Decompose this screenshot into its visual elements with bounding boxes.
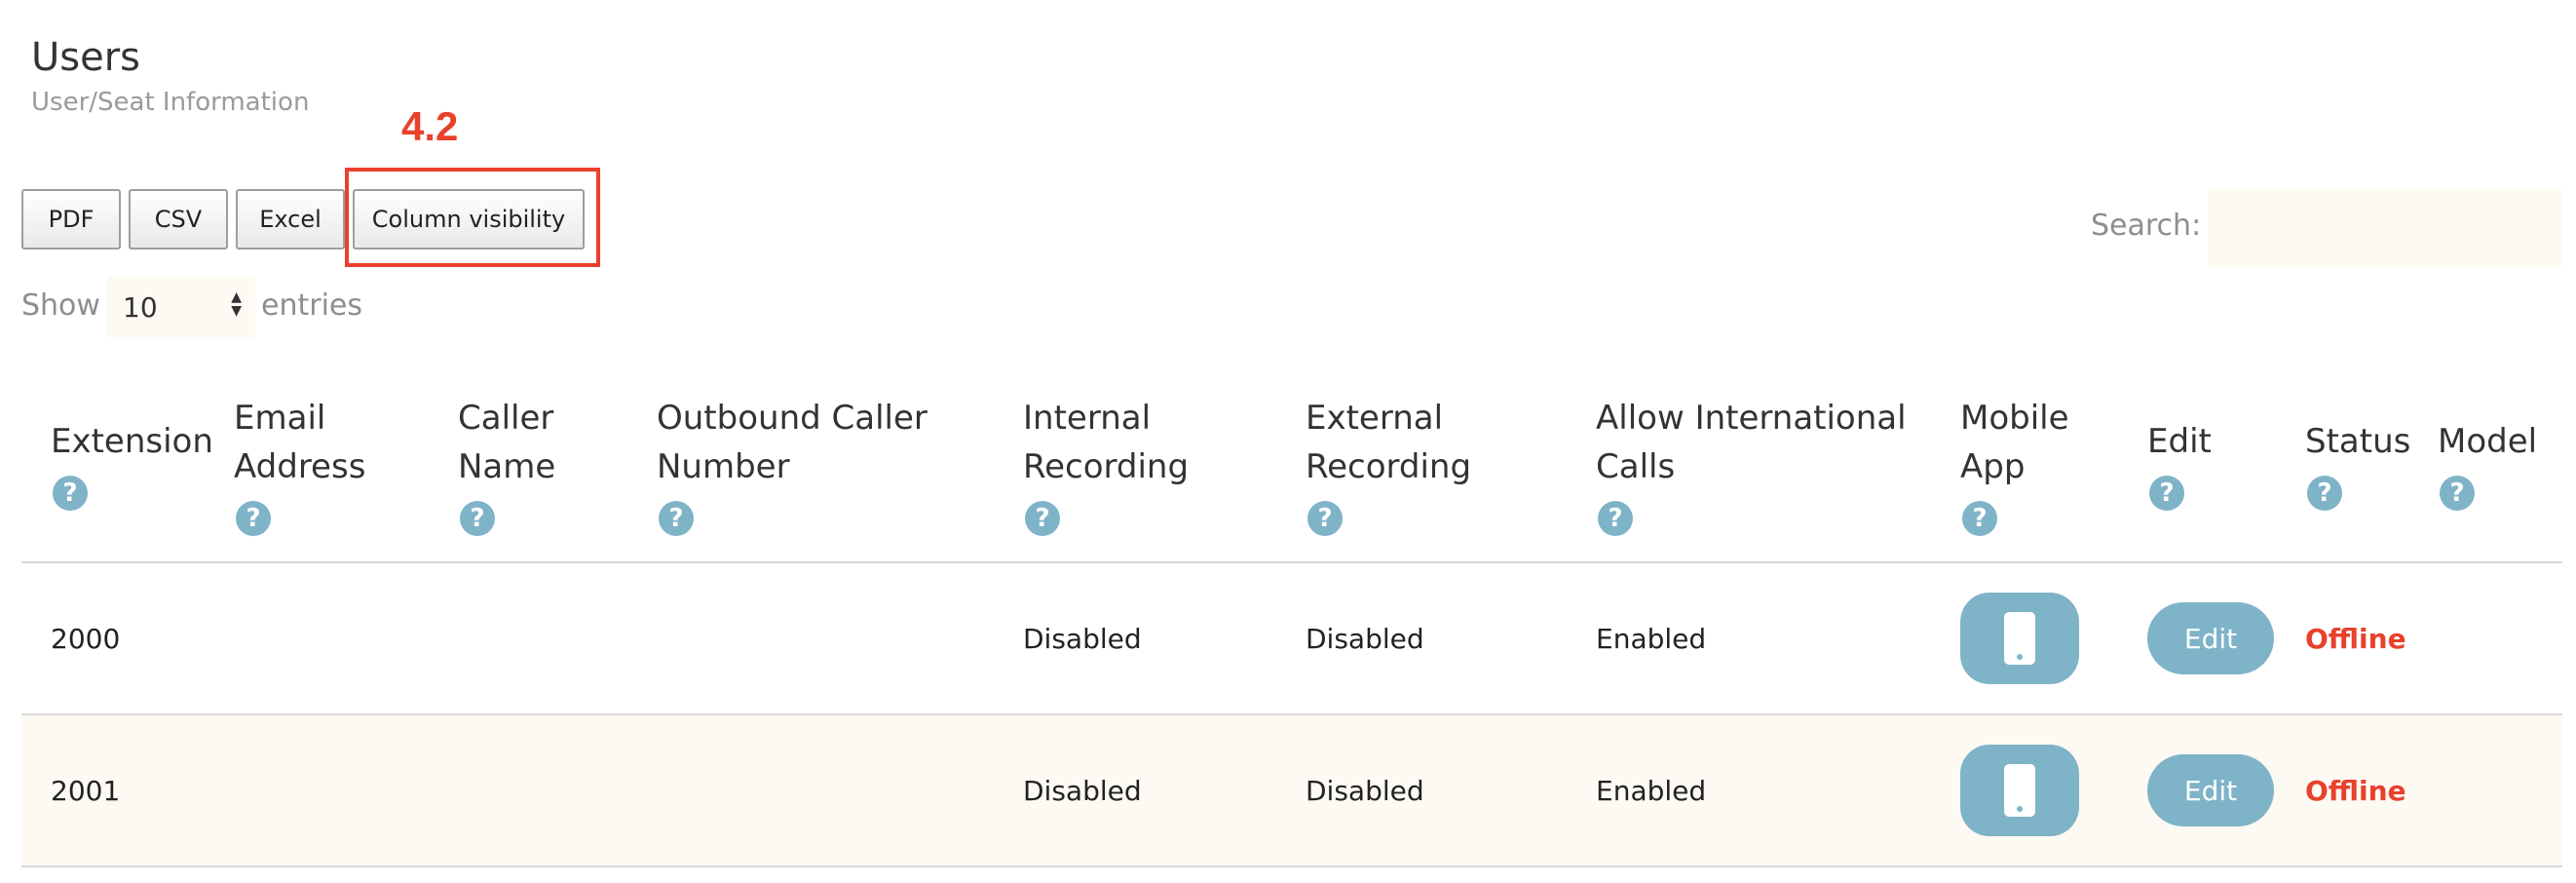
column-header-mobile-app[interactable]: Mobile App ? bbox=[1960, 394, 2069, 540]
help-icon[interactable]: ? bbox=[460, 501, 495, 536]
cell-international-calls: Enabled bbox=[1596, 622, 1707, 655]
annotation-label: 4.2 bbox=[401, 103, 459, 149]
cell-international-calls: Enabled bbox=[1596, 774, 1707, 807]
column-header-status[interactable]: Status ? bbox=[2305, 417, 2410, 515]
status-badge: Offline bbox=[2305, 774, 2406, 807]
column-header-internal-recording[interactable]: Internal Recording ? bbox=[1023, 394, 1189, 540]
help-icon[interactable]: ? bbox=[1307, 501, 1343, 536]
column-header-caller-name[interactable]: Caller Name ? bbox=[458, 394, 555, 540]
show-label: Show bbox=[21, 288, 100, 323]
mobile-app-button[interactable] bbox=[1960, 593, 2079, 684]
table-row: 2000 Disabled Disabled Enabled Edit Offl… bbox=[21, 563, 2562, 715]
cell-edit: Edit bbox=[2147, 715, 2274, 865]
column-header-external-recording[interactable]: External Recording ? bbox=[1306, 394, 1471, 540]
entries-label: entries bbox=[261, 288, 362, 323]
cell-extension: 2000 bbox=[51, 622, 121, 655]
table-header: Extension ? Email Address ? Caller Name … bbox=[21, 370, 2562, 563]
table-row: 2001 Disabled Disabled Enabled Edit Offl… bbox=[21, 715, 2562, 867]
select-arrows-icon: ▲ ▼ bbox=[231, 289, 242, 319]
column-header-model[interactable]: Model ? bbox=[2438, 417, 2537, 515]
column-header-email[interactable]: Email Address ? bbox=[234, 394, 365, 540]
cell-mobile-app bbox=[1960, 563, 2079, 713]
help-icon[interactable]: ? bbox=[2149, 476, 2184, 511]
help-icon[interactable]: ? bbox=[1025, 501, 1060, 536]
column-header-outbound-caller-number[interactable]: Outbound Caller Number ? bbox=[657, 394, 928, 540]
page-title: Users bbox=[31, 35, 141, 80]
search-label: Search: bbox=[2091, 209, 2202, 243]
cell-internal-recording: Disabled bbox=[1023, 774, 1142, 807]
help-icon[interactable]: ? bbox=[53, 476, 88, 511]
users-page: Users User/Seat Information 4.2 PDF CSV … bbox=[0, 0, 2576, 883]
page-subtitle: User/Seat Information bbox=[31, 88, 310, 117]
search-input[interactable] bbox=[2208, 189, 2562, 267]
cell-external-recording: Disabled bbox=[1306, 622, 1424, 655]
mobile-phone-icon bbox=[2004, 612, 2035, 665]
excel-button[interactable]: Excel bbox=[236, 189, 345, 250]
edit-button[interactable]: Edit bbox=[2147, 602, 2274, 674]
mobile-app-button[interactable] bbox=[1960, 745, 2079, 836]
cell-status: Offline bbox=[2305, 715, 2406, 865]
column-header-allow-international-calls[interactable]: Allow International Calls ? bbox=[1596, 394, 1907, 540]
pdf-button[interactable]: PDF bbox=[21, 189, 121, 250]
help-icon[interactable]: ? bbox=[2307, 476, 2342, 511]
column-visibility-button[interactable]: Column visibility bbox=[353, 189, 585, 250]
column-header-extension[interactable]: Extension ? bbox=[51, 417, 213, 515]
csv-button[interactable]: CSV bbox=[129, 189, 228, 250]
column-header-edit[interactable]: Edit ? bbox=[2147, 417, 2212, 515]
help-icon[interactable]: ? bbox=[2440, 476, 2475, 511]
cell-edit: Edit bbox=[2147, 563, 2274, 713]
help-icon[interactable]: ? bbox=[236, 501, 271, 536]
help-icon[interactable]: ? bbox=[1962, 501, 1997, 536]
edit-button[interactable]: Edit bbox=[2147, 754, 2274, 826]
cell-mobile-app bbox=[1960, 715, 2079, 865]
cell-external-recording: Disabled bbox=[1306, 774, 1424, 807]
mobile-phone-icon bbox=[2004, 764, 2035, 817]
cell-internal-recording: Disabled bbox=[1023, 622, 1142, 655]
help-icon[interactable]: ? bbox=[659, 501, 694, 536]
status-badge: Offline bbox=[2305, 622, 2406, 655]
users-table: Extension ? Email Address ? Caller Name … bbox=[21, 370, 2562, 867]
cell-extension: 2001 bbox=[51, 774, 121, 807]
cell-status: Offline bbox=[2305, 563, 2406, 713]
entries-select-value: 10 bbox=[123, 290, 158, 324]
entries-per-page-select[interactable]: 10 ▲ ▼ bbox=[107, 277, 255, 337]
help-icon[interactable]: ? bbox=[1598, 501, 1633, 536]
